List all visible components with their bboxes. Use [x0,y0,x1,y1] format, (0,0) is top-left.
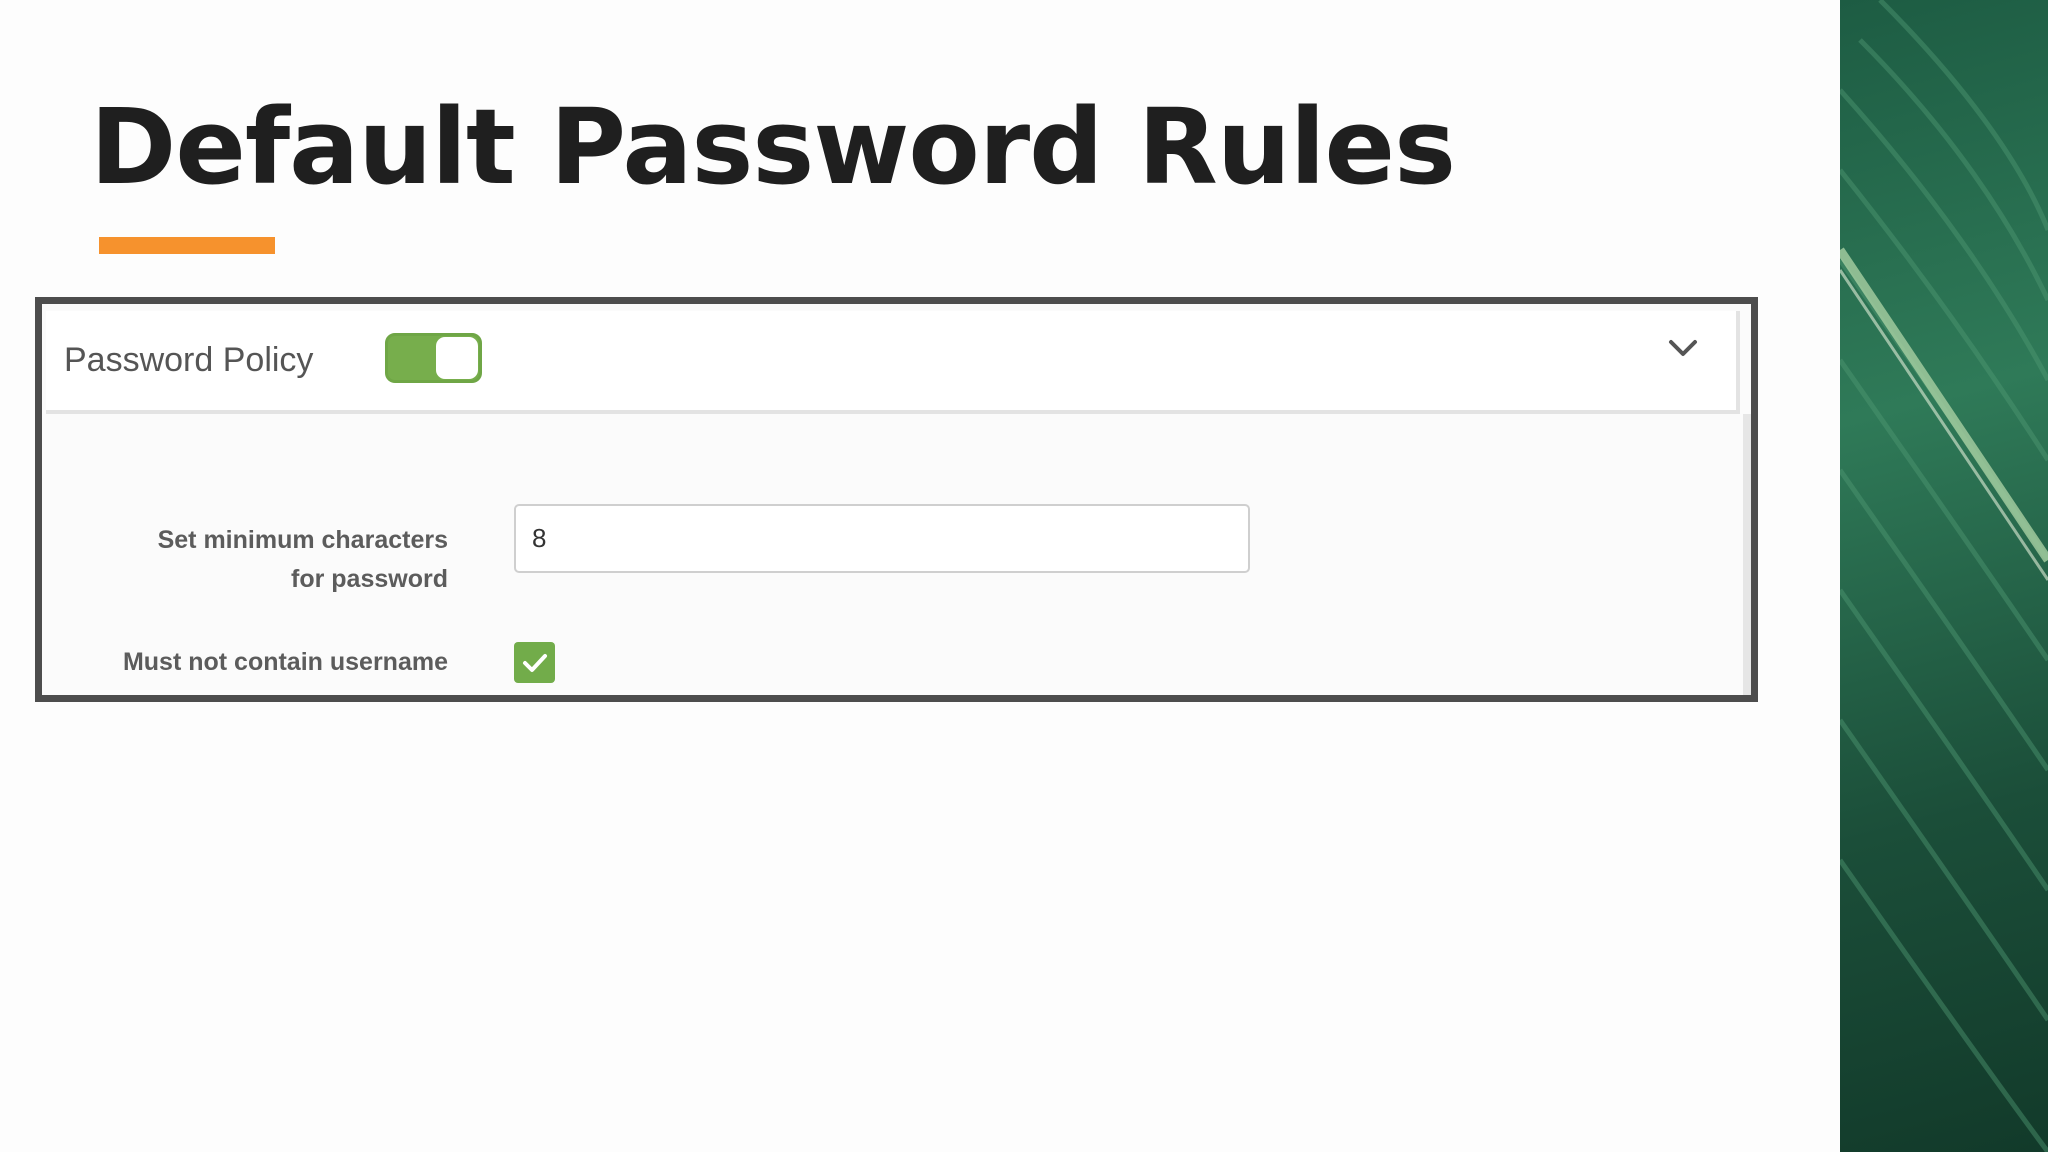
toggle-knob [436,337,478,379]
panel-title: Password Policy [64,341,314,379]
check-icon [523,654,547,672]
min-chars-input[interactable] [514,504,1250,573]
slide-title: Default Password Rules [90,86,1456,208]
leaf-texture [1840,0,2048,1152]
password-policy-header[interactable]: Password Policy [46,311,1740,414]
min-chars-label: Set minimum characters for password [158,521,448,599]
password-policy-toggle[interactable] [385,333,482,383]
min-chars-label-line2: for password [291,565,448,593]
panel-right-edge [1743,414,1751,695]
title-underline [99,237,275,254]
username-rule-checkbox[interactable] [514,642,555,683]
tropical-leaf-image [1840,0,2048,1152]
min-chars-label-line1: Set minimum characters [157,526,448,554]
username-rule-label: Must not contain username [122,648,448,676]
chevron-down-icon[interactable] [1666,331,1700,365]
password-policy-screenshot: Password Policy Set minimum characters f… [35,297,1758,702]
